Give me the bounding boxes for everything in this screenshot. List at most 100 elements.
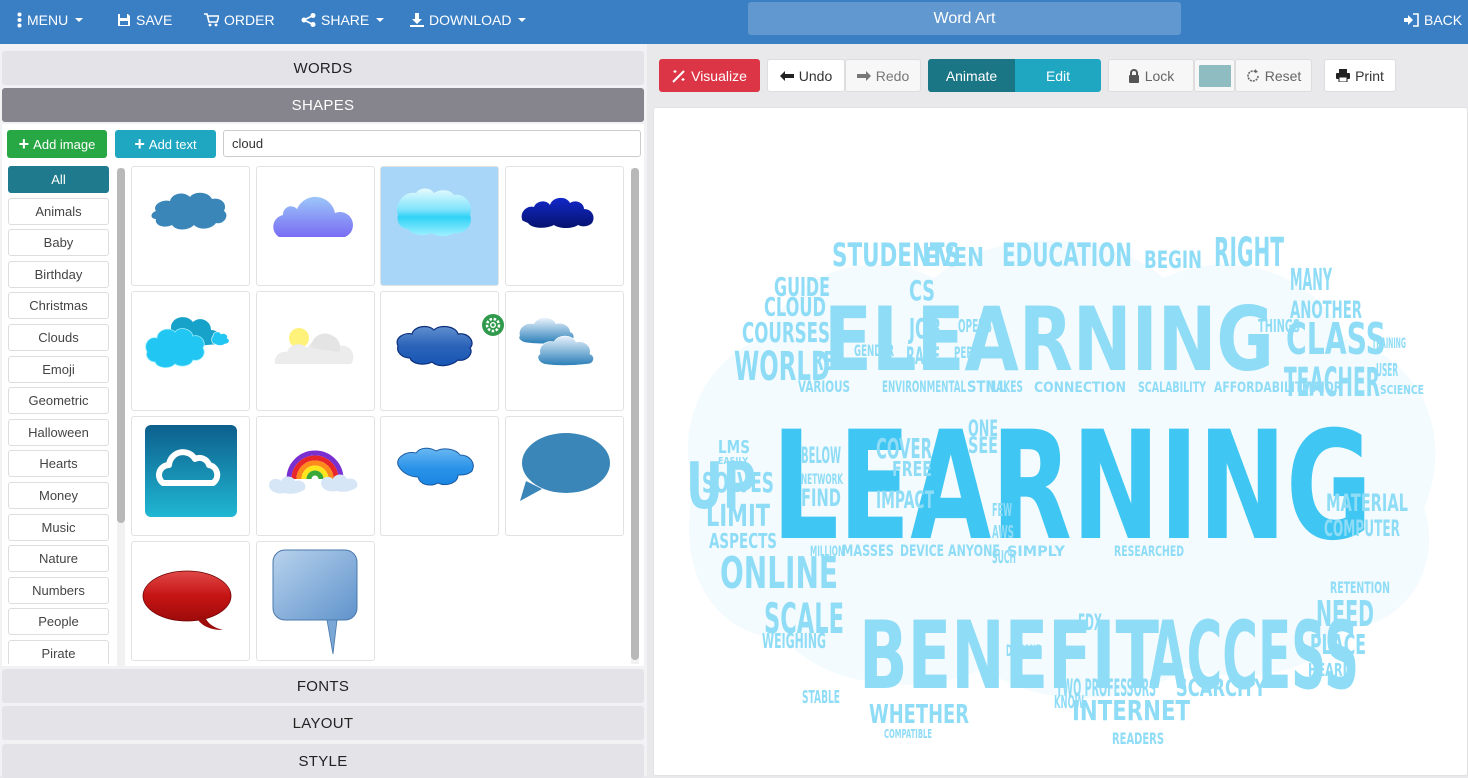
word-job[interactable]: JOB — [908, 312, 941, 345]
word-person[interactable]: PERSON — [954, 343, 994, 362]
word-elearning[interactable]: ELEARNING — [824, 288, 1274, 391]
word-connection[interactable]: CONNECTION — [1034, 380, 1126, 396]
back-button[interactable]: BACK — [1404, 12, 1462, 28]
word-computer[interactable]: COMPUTER — [1324, 517, 1400, 542]
order-button[interactable]: ORDER — [204, 12, 275, 28]
shape-tile-rainbow-clouds[interactable] — [255, 416, 375, 536]
word-cs[interactable]: CS — [909, 274, 935, 307]
category-halloween[interactable]: Halloween — [8, 418, 109, 446]
shape-tile-cloud-glossy-cyan[interactable] — [380, 166, 499, 286]
share-button[interactable]: SHARE — [301, 12, 385, 28]
add-text-button[interactable]: + Add text — [115, 130, 216, 158]
save-button[interactable]: SAVE — [117, 12, 172, 28]
word-free[interactable]: FREE — [892, 457, 932, 481]
section-style[interactable]: STYLE — [2, 744, 644, 778]
category-birthday[interactable]: Birthday — [8, 260, 109, 288]
word-edx[interactable]: EDX — [1078, 611, 1102, 636]
word-training[interactable]: TRAINING — [1372, 336, 1406, 352]
word-stable[interactable]: STABLE — [802, 687, 840, 708]
category-money[interactable]: Money — [8, 481, 109, 509]
word-place[interactable]: PLACE — [1310, 628, 1366, 661]
shape-tile-speech-bubble-red[interactable] — [131, 541, 250, 661]
redo-button[interactable]: Redo — [845, 59, 921, 92]
word-find[interactable]: FIND — [801, 484, 841, 512]
word-material[interactable]: MATERIAL — [1326, 489, 1408, 517]
section-shapes[interactable]: SHAPES — [2, 88, 644, 122]
category-music[interactable]: Music — [8, 513, 109, 541]
category-animals[interactable]: Animals — [8, 197, 109, 225]
word-gender[interactable]: GENDER — [854, 341, 894, 360]
word-science[interactable]: SCIENCE — [1380, 383, 1424, 397]
shape-tile-cloud-flat-steelblue[interactable] — [131, 166, 250, 286]
shape-tile-cloud-cluster-cyan[interactable] — [131, 291, 250, 411]
menu-button[interactable]: MENU — [17, 12, 84, 28]
category-numbers[interactable]: Numbers — [8, 576, 109, 604]
add-image-button[interactable]: + Add image — [7, 130, 107, 158]
word-environmental[interactable]: ENVIRONMENTAL — [882, 377, 966, 396]
category-baby[interactable]: Baby — [8, 229, 109, 257]
shape-settings-gear-icon[interactable] — [482, 314, 504, 336]
word-scalability[interactable]: SCALABILITY — [1138, 380, 1207, 396]
word-demand[interactable]: DEMAND — [1006, 641, 1042, 660]
edit-button[interactable]: Edit — [1015, 59, 1101, 92]
shape-tile-speech-bubble-blue[interactable] — [504, 416, 624, 536]
word-education[interactable]: EDUCATION — [1002, 236, 1132, 274]
shape-grid-scrollbar-thumb[interactable] — [631, 168, 639, 660]
shape-grid-scrollbar[interactable] — [631, 168, 639, 664]
category-hearts[interactable]: Hearts — [8, 450, 109, 478]
word-lms[interactable]: LMS — [718, 437, 750, 458]
category-people[interactable]: People — [8, 608, 109, 636]
undo-button[interactable]: Undo — [767, 59, 845, 92]
shape-tile-cloud-icon-tile[interactable] — [131, 416, 250, 536]
category-geometric[interactable]: Geometric — [8, 387, 109, 415]
word-few[interactable]: FEW — [992, 500, 1012, 521]
word-below[interactable]: BELOW — [801, 444, 841, 469]
word-even[interactable]: EVEN — [924, 243, 984, 273]
category-pirate[interactable]: Pirate — [8, 639, 109, 664]
word-cloud[interactable]: LEARNINGELEARNINGBENEFITACCESSSTUDENTSEV… — [654, 108, 1468, 776]
category-christmas[interactable]: Christmas — [8, 292, 109, 320]
print-button[interactable]: Print — [1324, 59, 1396, 92]
category-nature[interactable]: Nature — [8, 545, 109, 573]
word-device[interactable]: DEVICE — [900, 541, 944, 560]
word-researched[interactable]: RESEARCHED — [1114, 544, 1184, 560]
word-major[interactable]: MAJOR — [1302, 380, 1342, 396]
word-many[interactable]: MANY — [1290, 263, 1333, 298]
word-internet[interactable]: INTERNET — [1072, 694, 1190, 727]
download-button[interactable]: DOWNLOAD — [410, 12, 527, 28]
word-aws[interactable]: AWS — [992, 522, 1014, 543]
word-masses[interactable]: MASSES — [842, 541, 894, 560]
shape-tile-cloud-sun-gray[interactable] — [255, 291, 375, 411]
word-solves[interactable]: SOLVES — [702, 466, 774, 499]
lock-button[interactable]: Lock — [1108, 59, 1194, 92]
shape-tile-cloud-glossy-blue[interactable] — [380, 291, 499, 411]
word-whether[interactable]: WHETHER — [869, 700, 969, 730]
word-class[interactable]: CLASS — [1286, 314, 1386, 365]
word-compatible[interactable]: COMPATIBLE — [884, 727, 932, 741]
section-fonts[interactable]: FONTS — [2, 669, 644, 703]
category-clouds[interactable]: Clouds — [8, 323, 109, 351]
document-title[interactable]: Word Art — [748, 2, 1181, 35]
word-million[interactable]: MILLION — [810, 544, 844, 560]
category-scrollbar[interactable] — [117, 168, 125, 666]
word-such[interactable]: SUCH — [992, 547, 1016, 568]
word-see[interactable]: SEE — [968, 434, 998, 459]
section-layout[interactable]: LAYOUT — [2, 706, 644, 740]
category-scrollbar-thumb[interactable] — [117, 168, 125, 523]
visualize-button[interactable]: Visualize — [659, 59, 760, 92]
word-various[interactable]: VARIOUS — [798, 377, 850, 396]
word-opens[interactable]: OPENS — [958, 316, 992, 337]
word-heard[interactable]: HEARD — [1308, 660, 1352, 681]
word-readers[interactable]: READERS — [1112, 729, 1164, 748]
shape-tile-cloud-dark-navy[interactable] — [504, 166, 624, 286]
word-art-canvas[interactable]: LEARNING ELEARNING BENEFIT ACCESS STUDENTS EV… — [653, 107, 1468, 776]
word-user[interactable]: USER — [1376, 360, 1398, 381]
word-right[interactable]: RIGHT — [1214, 230, 1284, 276]
word-weighing[interactable]: WEIGHING — [762, 629, 826, 653]
reset-button[interactable]: Reset — [1235, 59, 1312, 92]
category-emoji[interactable]: Emoji — [8, 355, 109, 383]
shape-tile-speech-bubble-square[interactable] — [255, 541, 375, 661]
shape-tile-cloud-gradient-violet[interactable] — [255, 166, 375, 286]
shape-tile-cloud-bright-blue[interactable] — [380, 416, 499, 536]
color-picker-button[interactable] — [1194, 59, 1235, 92]
